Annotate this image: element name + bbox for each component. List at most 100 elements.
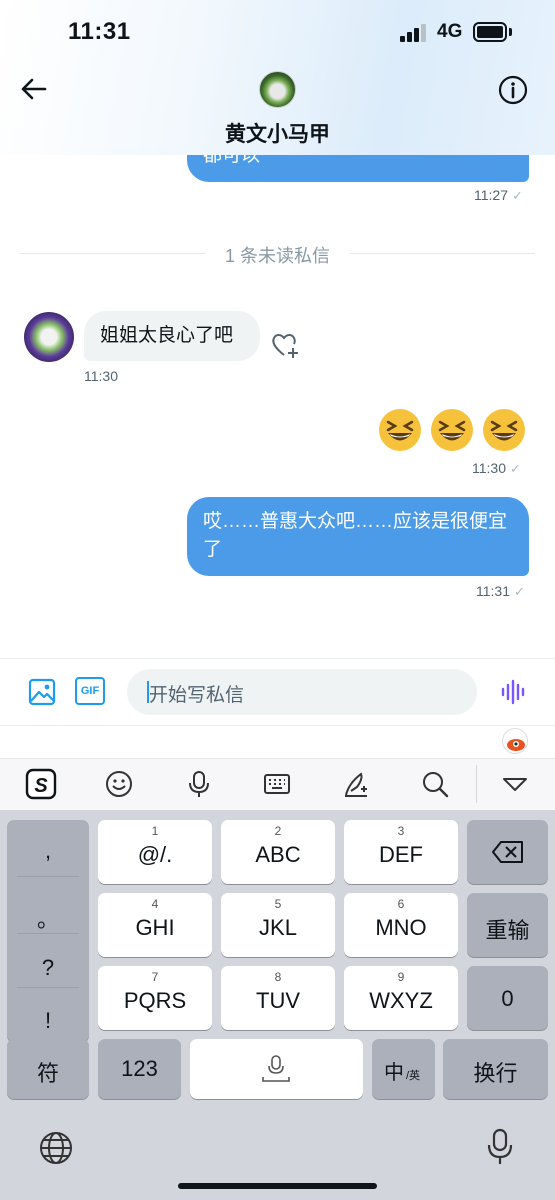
image-icon[interactable] xyxy=(28,678,56,706)
message-timestamp: 11:31 ✓ xyxy=(476,583,525,600)
timestamp-text: 11:27 xyxy=(474,187,508,203)
battery-tip xyxy=(509,28,512,36)
grinning-squinting-face-icon xyxy=(483,409,525,451)
symbols-key[interactable]: 符 xyxy=(7,1039,89,1099)
key-3[interactable]: 3 DEF xyxy=(344,820,458,884)
language-switch-key[interactable]: 中 /英 xyxy=(372,1039,435,1099)
message-text: 姐姐太良心了吧 xyxy=(100,325,234,346)
punct-key-exclaim[interactable]: ! xyxy=(7,1008,89,1034)
message-input[interactable]: 开始写私信 xyxy=(127,669,477,715)
collapse-keyboard-icon[interactable] xyxy=(500,769,530,799)
key-number: 7 xyxy=(151,970,159,984)
message-timestamp: 11:30 xyxy=(84,368,118,384)
conversation-header: 11:31 4G 黄文小马甲 xyxy=(0,0,555,155)
read-check-icon: ✓ xyxy=(510,461,521,476)
timestamp-text: 11:30 xyxy=(472,460,506,476)
signal-strength-icon xyxy=(400,24,428,42)
key-label: 中 xyxy=(384,1062,404,1084)
reinput-key[interactable]: 重输 xyxy=(467,893,548,957)
key-number: 4 xyxy=(151,897,159,911)
backspace-key[interactable] xyxy=(467,820,548,884)
key-number: 9 xyxy=(397,970,405,984)
globe-icon[interactable] xyxy=(38,1130,74,1166)
message-emoji-group[interactable] xyxy=(370,408,526,452)
key-label: JKL xyxy=(259,915,297,940)
key-5[interactable]: 5 JKL xyxy=(221,893,335,957)
key-label: GHI xyxy=(135,915,175,940)
home-indicator xyxy=(178,1183,377,1189)
battery-icon xyxy=(473,22,507,42)
back-arrow-icon[interactable] xyxy=(18,72,52,106)
network-label: 4G xyxy=(437,21,463,42)
punct-key-question[interactable]: ? xyxy=(7,955,89,981)
info-icon[interactable] xyxy=(497,74,529,106)
emoji-face-icon[interactable] xyxy=(104,769,134,799)
key-number: 6 xyxy=(397,897,405,911)
avatar[interactable] xyxy=(24,312,74,362)
ime-toolbar: S xyxy=(0,758,555,810)
avatar[interactable] xyxy=(259,71,296,108)
punct-key-period[interactable]: 。 xyxy=(7,902,89,934)
ime-suggestion-bar xyxy=(0,726,555,758)
voice-message-icon[interactable] xyxy=(500,679,526,705)
key-1[interactable]: 1 @/. xyxy=(98,820,212,884)
space-mic-icon xyxy=(262,1055,290,1082)
numbers-key[interactable]: 123 xyxy=(98,1039,181,1099)
message-timestamp: 11:30 ✓ xyxy=(472,460,521,477)
key-label: @/. xyxy=(137,842,173,867)
message-text-line: 了 xyxy=(203,539,223,560)
read-check-icon: ✓ xyxy=(512,188,523,203)
grinning-squinting-face-icon xyxy=(379,409,421,451)
ime-keyboard: , 。 ? ! 1 @/. 2 ABC 3 DEF 4 GHI 5 JKL 6 … xyxy=(0,810,555,1200)
key-number: 3 xyxy=(397,824,405,838)
key-2[interactable]: 2 ABC xyxy=(221,820,335,884)
backspace-icon xyxy=(492,841,523,863)
key-label: DEF xyxy=(379,842,423,867)
key-label: PQRS xyxy=(123,988,187,1013)
key-number: 5 xyxy=(274,897,282,911)
key-0[interactable]: 0 xyxy=(467,966,548,1030)
sogou-logo-icon[interactable]: S xyxy=(24,767,58,801)
unread-divider-label: 1 条未读私信 xyxy=(224,246,330,266)
key-number: 1 xyxy=(151,824,159,838)
svg-text:S: S xyxy=(34,775,48,797)
microphone-icon[interactable] xyxy=(184,769,214,799)
key-label: TUV xyxy=(256,988,300,1013)
dictation-mic-icon[interactable] xyxy=(486,1128,514,1166)
key-label: WXYZ xyxy=(369,988,433,1013)
contact-name[interactable]: 黄文小马甲 xyxy=(0,118,555,148)
message-bubble-outgoing[interactable]: 哎……普惠大众吧……应该是很便宜 了 xyxy=(187,497,529,576)
search-icon[interactable] xyxy=(420,769,450,799)
key-label: 0 xyxy=(501,986,514,1011)
key-label: MNO xyxy=(375,915,427,940)
key-6[interactable]: 6 MNO xyxy=(344,893,458,957)
message-composer: GIF 开始写私信 xyxy=(0,658,555,726)
punct-key-comma[interactable]: , xyxy=(7,838,89,864)
key-4[interactable]: 4 GHI xyxy=(98,893,212,957)
key-number: 2 xyxy=(274,824,282,838)
key-7[interactable]: 7 PQRS xyxy=(98,966,212,1030)
key-label: 换行 xyxy=(473,1061,518,1086)
ime-mascot-icon[interactable] xyxy=(502,728,528,754)
key-label: 123 xyxy=(121,1056,158,1081)
message-text-line: 哎……普惠大众吧……应该是很便宜 xyxy=(203,511,508,532)
newline-key[interactable]: 换行 xyxy=(443,1039,548,1099)
toolbar-separator xyxy=(476,765,477,803)
add-reaction-heart-icon[interactable] xyxy=(270,330,300,360)
key-number: 8 xyxy=(274,970,282,984)
key-label: 重输 xyxy=(485,918,530,943)
key-8[interactable]: 8 TUV xyxy=(221,966,335,1030)
key-9[interactable]: 9 WXYZ xyxy=(344,966,458,1030)
grinning-squinting-face-icon xyxy=(431,409,473,451)
read-check-icon: ✓ xyxy=(514,584,525,599)
space-key[interactable] xyxy=(190,1039,363,1099)
timestamp-text: 11:31 xyxy=(476,583,510,599)
message-timestamp: 11:27 ✓ xyxy=(474,187,523,204)
key-label: 符 xyxy=(36,1061,59,1086)
message-bubble-incoming[interactable]: 姐姐太良心了吧 xyxy=(84,311,260,361)
message-input-placeholder: 开始写私信 xyxy=(149,685,245,706)
gif-button[interactable]: GIF xyxy=(75,677,105,705)
punctuation-column: , 。 ? ! xyxy=(7,820,89,1042)
keyboard-icon[interactable] xyxy=(262,769,292,799)
handwriting-pen-icon[interactable] xyxy=(341,769,371,799)
